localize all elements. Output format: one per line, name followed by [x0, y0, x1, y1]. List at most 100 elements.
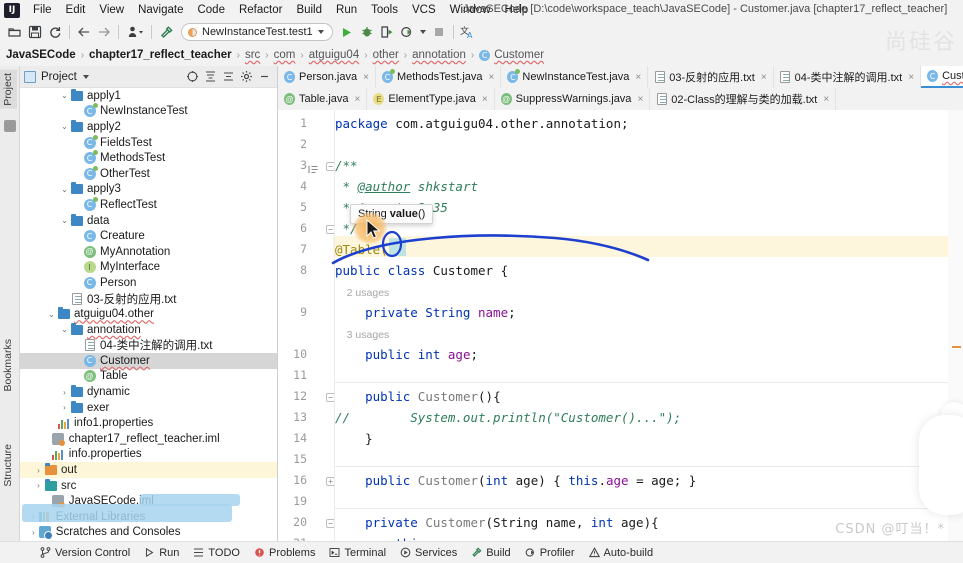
- status-bar-auto-build[interactable]: Auto-build: [588, 547, 653, 559]
- minimize-icon[interactable]: [255, 68, 273, 86]
- editor-tab-03-------txt[interactable]: 03-反射的应用.txt ×: [648, 66, 774, 88]
- project-tree[interactable]: ⌄ apply1 C NewInstanceTest ⌄ apply2 C FieldsTes…: [20, 88, 277, 541]
- tree-expander-icon[interactable]: ›: [33, 466, 44, 475]
- close-icon[interactable]: ×: [489, 72, 495, 83]
- expand-collapse-icon[interactable]: [219, 68, 237, 86]
- debug-icon[interactable]: [357, 22, 377, 42]
- breadcrumb-item-annotation[interactable]: annotation: [412, 49, 466, 61]
- close-icon[interactable]: ×: [363, 72, 369, 83]
- run-with-coverage-icon[interactable]: [377, 22, 397, 42]
- tree-item[interactable]: chapter17_reflect_teacher.iml: [20, 431, 277, 447]
- run-configuration-selector[interactable]: NewInstanceTest.test1: [181, 23, 333, 41]
- status-bar-profiler[interactable]: Profiler: [525, 547, 575, 559]
- menu-item-vcs[interactable]: VCS: [405, 2, 443, 18]
- run-options-chevron-icon[interactable]: [417, 22, 429, 42]
- status-bar-run[interactable]: Run: [144, 547, 179, 559]
- tree-item[interactable]: › dynamic: [20, 384, 277, 400]
- editor-tab-person-java[interactable]: C Person.java ×: [278, 66, 376, 88]
- tree-item-selected[interactable]: C Customer: [20, 353, 277, 369]
- tree-item[interactable]: ⌄ apply1: [20, 88, 277, 104]
- tree-expander-icon[interactable]: ›: [59, 403, 70, 412]
- menu-item-code[interactable]: Code: [190, 2, 232, 18]
- tree-item[interactable]: C OtherTest: [20, 165, 277, 182]
- forward-arrow-icon[interactable]: [94, 22, 114, 42]
- tree-expander-icon[interactable]: ⌄: [59, 91, 70, 100]
- editor-tab-newinstancetest-java[interactable]: C NewInstanceTest.java ×: [501, 66, 649, 88]
- tree-item[interactable]: › src: [20, 478, 277, 494]
- tree-expander-icon[interactable]: ›: [59, 388, 70, 397]
- chevron-down-icon[interactable]: [82, 74, 89, 79]
- stop-icon[interactable]: [429, 22, 449, 42]
- status-bar-services[interactable]: Services: [400, 547, 457, 559]
- tree-expander-icon[interactable]: ⌄: [59, 185, 70, 194]
- editor-tab-suppresswarnings-java[interactable]: @ SuppressWarnings.java ×: [495, 88, 651, 110]
- editor-tab-elementtype-java[interactable]: E ElementType.java ×: [367, 88, 495, 110]
- menu-item-file[interactable]: File: [26, 2, 59, 18]
- tree-expander-icon[interactable]: ⌄: [59, 122, 70, 131]
- tree-item[interactable]: C Creature: [20, 228, 277, 244]
- bookmarks-stripe-icon[interactable]: [4, 120, 16, 132]
- breadcrumb-item-chapter17_reflect_teacher[interactable]: chapter17_reflect_teacher: [89, 49, 232, 61]
- tree-item[interactable]: @ MyAnnotation: [20, 244, 277, 260]
- menu-item-refactor[interactable]: Refactor: [232, 2, 289, 18]
- menu-item-edit[interactable]: Edit: [59, 2, 93, 18]
- build-hammer-icon[interactable]: [156, 22, 176, 42]
- status-bar-version-control[interactable]: Version Control: [40, 547, 130, 559]
- tree-item[interactable]: info1.properties: [20, 415, 277, 431]
- sync-icon[interactable]: [45, 22, 65, 42]
- tree-item[interactable]: C NewInstanceTest: [20, 103, 277, 120]
- save-icon[interactable]: [25, 22, 45, 42]
- gear-icon[interactable]: [237, 68, 255, 86]
- menu-bar[interactable]: File Edit View Navigate Code Refactor Build Run…: [26, 2, 535, 18]
- status-bar-build[interactable]: Build: [471, 547, 511, 559]
- close-icon[interactable]: ×: [635, 72, 641, 83]
- tree-expander-icon[interactable]: ›: [28, 512, 39, 521]
- tree-item[interactable]: 03-反射的应用.txt: [20, 291, 277, 307]
- breadcrumb-item-com[interactable]: com: [274, 49, 296, 61]
- tree-item[interactable]: › External Libraries: [20, 509, 277, 525]
- sidebar-item-bookmarks[interactable]: Bookmarks: [0, 336, 17, 395]
- tree-item[interactable]: › out: [20, 462, 277, 478]
- open-folder-icon[interactable]: [5, 22, 25, 42]
- editor-tab-methodstest-java[interactable]: C MethodsTest.java ×: [376, 66, 502, 88]
- tree-item[interactable]: I MyInterface: [20, 260, 277, 276]
- menu-item-run[interactable]: Run: [329, 2, 364, 18]
- editor-tab-04---------txt[interactable]: 04-类中注解的调用.txt ×: [774, 66, 922, 88]
- menu-item-navigate[interactable]: Navigate: [131, 2, 190, 18]
- tree-item[interactable]: JavaSECode.iml: [20, 493, 277, 509]
- close-icon[interactable]: ×: [823, 94, 829, 105]
- profile-run-icon[interactable]: [397, 22, 417, 42]
- tree-item[interactable]: C FieldsTest: [20, 134, 277, 151]
- tree-expander-icon[interactable]: ⌄: [59, 216, 70, 225]
- tree-expander-icon[interactable]: ›: [33, 481, 44, 490]
- profile-user-icon[interactable]: [123, 22, 147, 42]
- tree-item[interactable]: ⌄ apply3: [20, 182, 277, 198]
- run-icon[interactable]: [337, 22, 357, 42]
- status-bar-todo[interactable]: TODO: [193, 547, 240, 559]
- menu-item-view[interactable]: View: [92, 2, 131, 18]
- tree-item[interactable]: C MethodsTest: [20, 150, 277, 166]
- breadcrumb-item-javasecode[interactable]: JavaSECode: [6, 49, 76, 61]
- tree-item[interactable]: C Person: [20, 275, 277, 291]
- scope-icon[interactable]: [183, 68, 201, 86]
- tree-item[interactable]: ⌄ data: [20, 213, 277, 229]
- code-editor[interactable]: 12345678910111213141516192021−−−+− packa…: [278, 110, 963, 541]
- tree-expander-icon[interactable]: ⌄: [59, 325, 70, 334]
- tree-item[interactable]: @ Table: [20, 369, 277, 385]
- close-icon[interactable]: ×: [908, 72, 914, 83]
- code-content[interactable]: package com.atguigu04.other.annotation; /…: [335, 110, 963, 541]
- breadcrumb-item-src[interactable]: src: [245, 49, 260, 61]
- editor-tab-customer-java[interactable]: CCustomer.java: [921, 66, 963, 88]
- close-icon[interactable]: ×: [482, 94, 488, 105]
- sidebar-item-structure[interactable]: Structure: [0, 441, 17, 490]
- breadcrumb-item-atguigu04[interactable]: atguigu04: [309, 49, 360, 61]
- editor-gutter[interactable]: 12345678910111213141516192021−−−+−: [278, 110, 335, 541]
- editor-tab-02-class---------txt[interactable]: 02-Class的理解与类的加载.txt ×: [650, 88, 837, 110]
- close-icon[interactable]: ×: [637, 94, 643, 105]
- tree-item[interactable]: › Scratches and Consoles: [20, 525, 277, 541]
- close-icon[interactable]: ×: [355, 94, 361, 105]
- breadcrumb-item-other[interactable]: other: [373, 49, 399, 61]
- breadcrumb-item-customer[interactable]: C Customer: [479, 49, 544, 61]
- tree-item[interactable]: C ReflectTest: [20, 196, 277, 213]
- close-icon[interactable]: ×: [761, 72, 767, 83]
